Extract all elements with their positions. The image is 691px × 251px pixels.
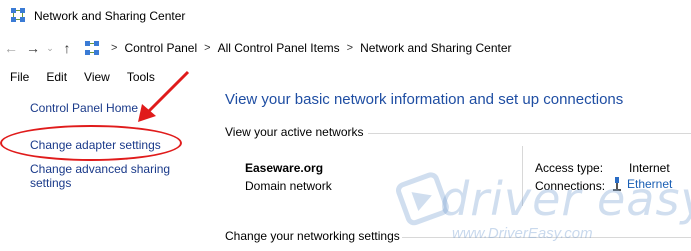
control-panel-home-link[interactable]: Control Panel Home [30, 101, 138, 115]
forward-arrow-icon[interactable]: → [22, 37, 44, 59]
menu-bar: File Edit View Tools [0, 66, 691, 88]
breadcrumb-separator: > [111, 42, 118, 54]
watermark-url: www.DriverEasy.com [452, 225, 593, 242]
change-adapter-settings-link[interactable]: Change adapter settings [30, 138, 161, 152]
network-type: Domain network [245, 179, 332, 193]
window-title: Network and Sharing Center [34, 9, 186, 23]
breadcrumb-network-center[interactable]: Network and Sharing Center [360, 41, 511, 55]
menu-tools[interactable]: Tools [127, 70, 155, 84]
section-divider [368, 133, 691, 134]
network-center-icon [10, 7, 26, 26]
network-name: Easeware.org [245, 161, 324, 175]
breadcrumb: > Control Panel > All Control Panel Item… [104, 41, 512, 55]
control-panel-icon [84, 40, 100, 56]
active-networks-heading: View your active networks [225, 125, 364, 139]
up-arrow-icon[interactable]: ↑ [56, 37, 78, 59]
back-arrow-icon[interactable]: ← [0, 37, 22, 59]
breadcrumb-all-items[interactable]: All Control Panel Items [218, 41, 340, 55]
recent-locations-chevron-icon[interactable]: ⌄ [44, 37, 56, 59]
change-settings-heading: Change your networking settings [225, 229, 400, 243]
menu-edit[interactable]: Edit [46, 70, 67, 84]
breadcrumb-control-panel[interactable]: Control Panel [124, 41, 197, 55]
title-bar: Network and Sharing Center [0, 0, 691, 32]
menu-view[interactable]: View [84, 70, 110, 84]
address-bar: ← → ⌄ ↑ > Control Panel > All Control Pa… [0, 34, 691, 62]
change-advanced-sharing-link[interactable]: Change advanced sharing settings [30, 162, 210, 190]
watermark-brand: driver easy [440, 172, 691, 226]
breadcrumb-separator: > [346, 42, 354, 54]
menu-file[interactable]: File [10, 70, 29, 84]
breadcrumb-separator: > [204, 42, 211, 54]
page-title: View your basic network information and … [225, 91, 624, 108]
